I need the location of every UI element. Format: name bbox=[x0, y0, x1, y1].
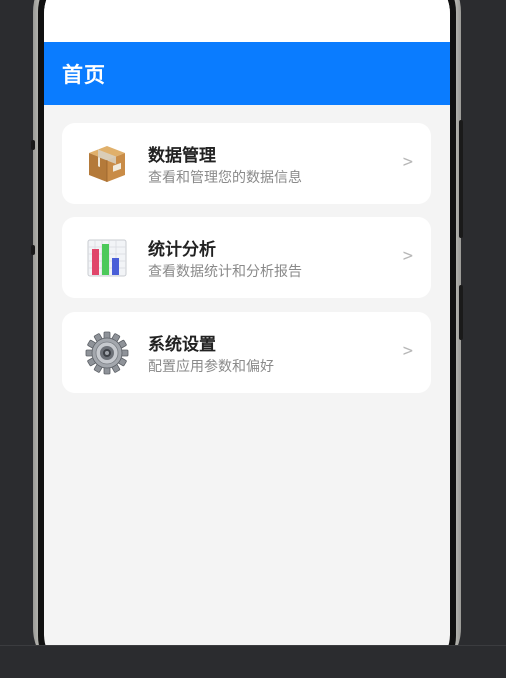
status-bar bbox=[44, 0, 450, 42]
bottom-backdrop bbox=[0, 645, 506, 678]
package-box-icon bbox=[89, 146, 125, 182]
menu-item-title: 统计分析 bbox=[148, 240, 216, 260]
menu-item-title: 系统设置 bbox=[148, 335, 216, 355]
menu-item-subtitle: 查看和管理您的数据信息 bbox=[148, 170, 302, 186]
power-button bbox=[459, 285, 463, 340]
menu-item-subtitle: 查看数据统计和分析报告 bbox=[148, 264, 302, 280]
chevron-right-icon: > bbox=[402, 341, 413, 361]
gear-icon bbox=[85, 331, 129, 375]
menu-item-statistics[interactable]: 统计分析 查看数据统计和分析报告 > bbox=[62, 217, 431, 298]
left-button bbox=[31, 245, 35, 255]
phone-screen: 首页 数据管理 查看和管理您的数据信息 > 统计分析 查看数据统计和分析报告 >… bbox=[44, 0, 450, 678]
chevron-right-icon: > bbox=[402, 246, 413, 266]
volume-button bbox=[459, 120, 463, 238]
bar-chart-icon bbox=[87, 239, 127, 277]
left-button bbox=[31, 140, 35, 150]
chevron-right-icon: > bbox=[402, 152, 413, 172]
page-title: 首页 bbox=[62, 63, 106, 87]
app-header: 首页 bbox=[44, 42, 450, 105]
device-stage: 首页 数据管理 查看和管理您的数据信息 > 统计分析 查看数据统计和分析报告 >… bbox=[0, 0, 506, 678]
menu-item-data-management[interactable]: 数据管理 查看和管理您的数据信息 > bbox=[62, 123, 431, 204]
menu-item-title: 数据管理 bbox=[148, 146, 216, 166]
menu-item-subtitle: 配置应用参数和偏好 bbox=[148, 359, 274, 375]
menu-item-settings[interactable]: 系统设置 配置应用参数和偏好 > bbox=[62, 312, 431, 393]
